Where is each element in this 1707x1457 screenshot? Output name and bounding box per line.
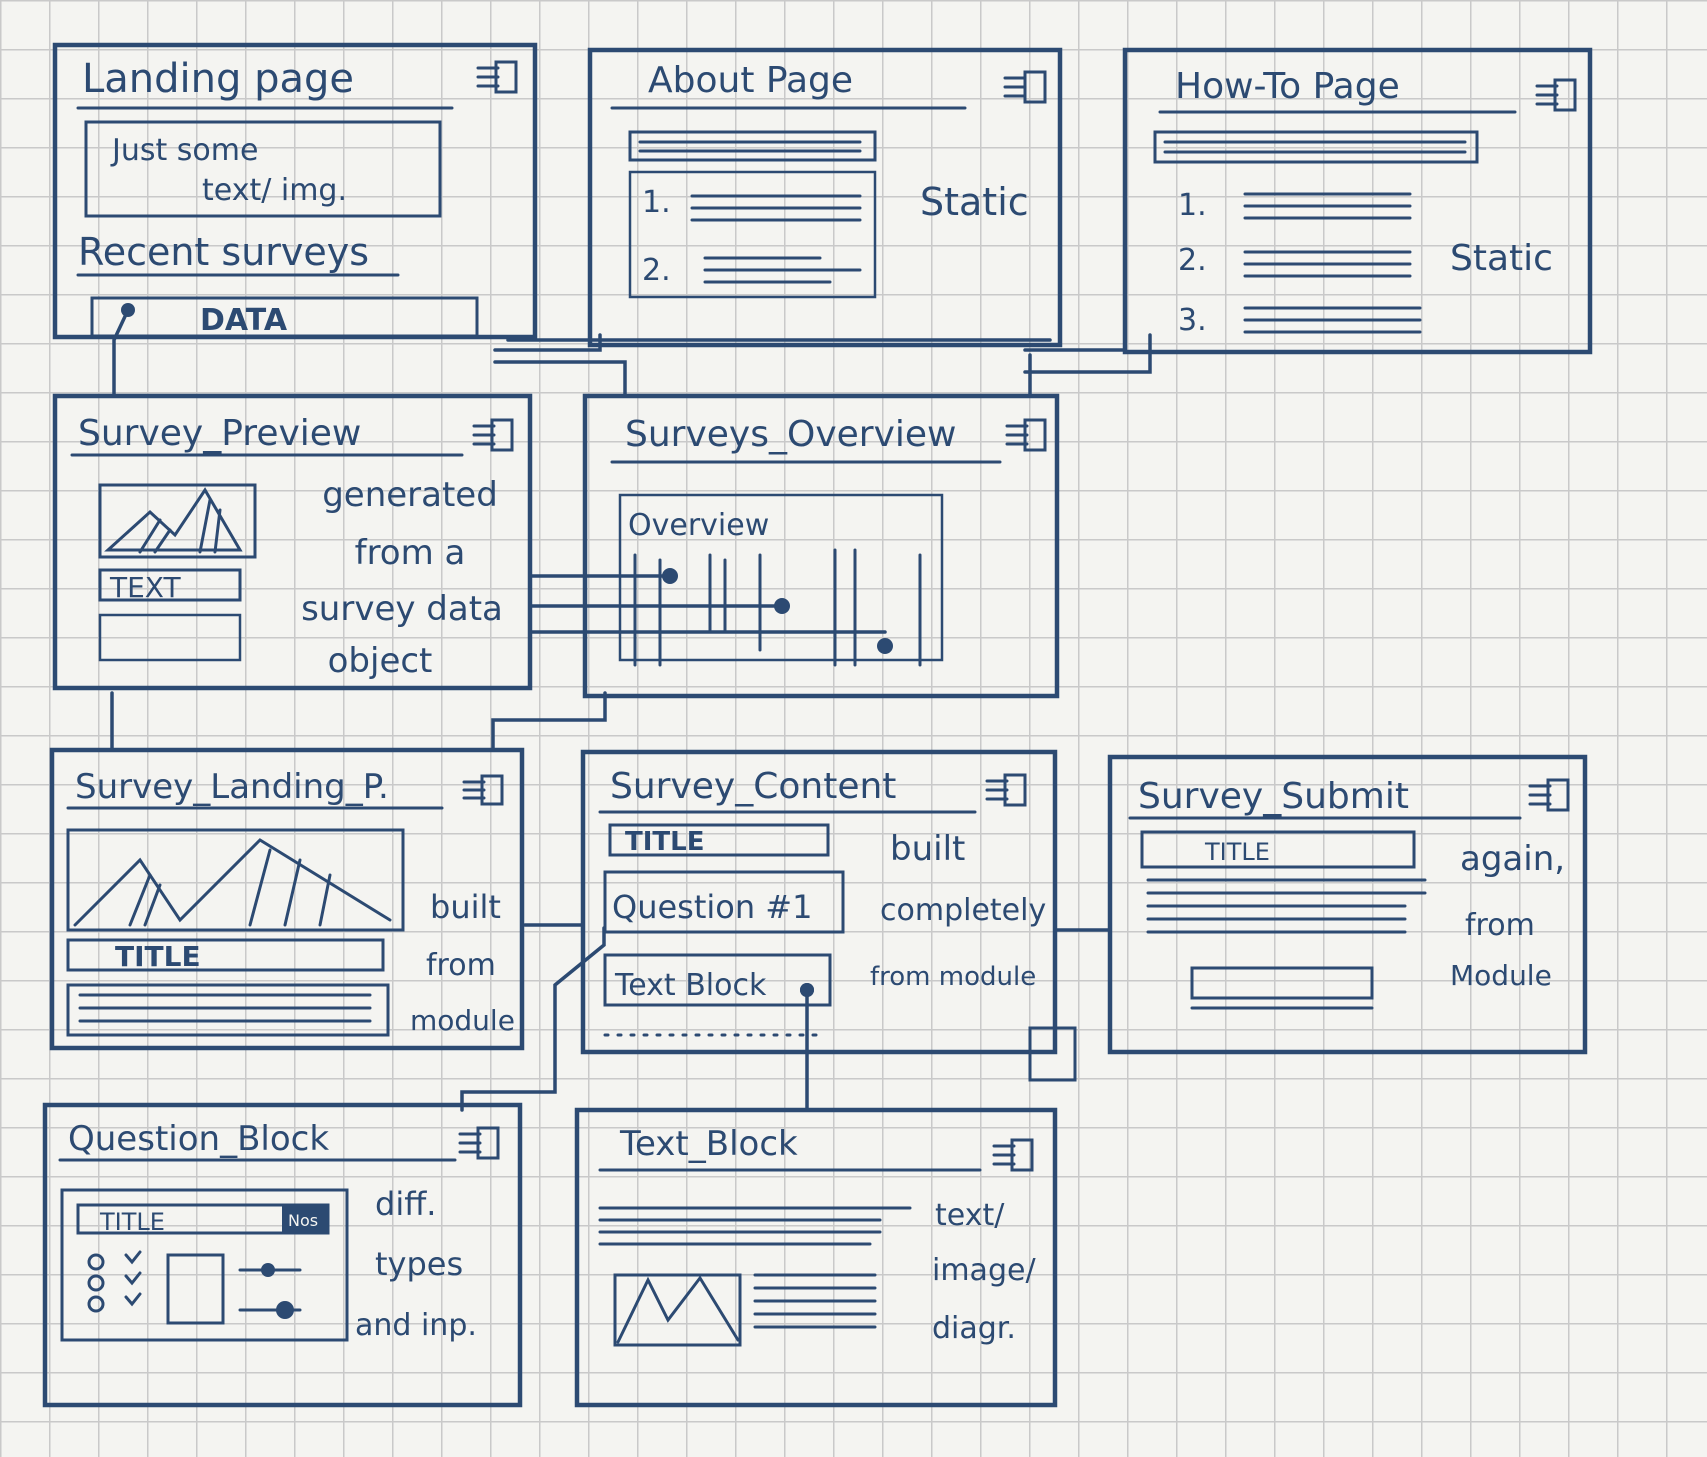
- wireframe-sketch: Landing page Just some text/ img. Recent…: [42, 42, 1593, 1408]
- overview-dots[interactable]: [662, 568, 893, 654]
- hamburger-menu-icon[interactable]: [1535, 78, 1577, 112]
- howto-page-frame: How-To Page 1. 2. 3. Static: [1122, 47, 1593, 355]
- image-placeholder-icon: [98, 483, 257, 559]
- content-note-1: built: [890, 829, 965, 869]
- hamburger-menu-icon[interactable]: [458, 1126, 500, 1160]
- text-block-note-1: text/: [935, 1198, 1005, 1233]
- survey-submit-frame: Survey_Submit TITLE again, from Module: [1107, 754, 1588, 1055]
- hamburger-menu-icon[interactable]: [476, 60, 518, 94]
- content-question-block: Question #1: [612, 888, 812, 926]
- hamburger-menu-icon[interactable]: [462, 774, 504, 806]
- question-block-note-3: and inp.: [355, 1308, 477, 1343]
- text-block-note-2: image/: [932, 1253, 1036, 1288]
- submit-note-1: again,: [1460, 839, 1565, 879]
- survey-submit-title: Survey_Submit: [1138, 776, 1409, 817]
- about-static-note: Static: [920, 180, 1029, 224]
- image-placeholder-icon: [613, 1273, 742, 1347]
- preview-note-line-2: from a: [355, 533, 466, 573]
- preview-note-line-4: object: [328, 641, 433, 681]
- content-note-2: completely: [880, 893, 1046, 928]
- survey-preview-title: Survey_Preview: [78, 413, 361, 454]
- text-input-placeholder[interactable]: [166, 1253, 225, 1325]
- surveys-overview-title: Surveys_Overview: [625, 414, 956, 455]
- survey-landing-frame: Survey_Landing_P. TITLE built from modul…: [49, 747, 525, 1051]
- about-page-title: About Page: [648, 60, 853, 101]
- text-block-frame: Text_Block text/ image/ diagr.: [574, 1107, 1058, 1408]
- survey-content-frame: Survey_Content TITLE Question #1 Text Bl…: [580, 749, 1058, 1055]
- recent-surveys-heading: Recent surveys: [78, 230, 369, 274]
- about-list-item-2: 2.: [642, 253, 671, 288]
- howto-list-item-1: 1.: [1178, 188, 1207, 223]
- landing-page-title: Landing page: [82, 56, 354, 102]
- landing-text-box-line1: Just some: [110, 133, 258, 168]
- landing-text-box-line2: text/ img.: [202, 173, 347, 208]
- survey-landing-title-label: TITLE: [115, 940, 201, 973]
- submit-note-3: Module: [1450, 959, 1552, 992]
- preview-note-line-3: survey data: [301, 589, 503, 629]
- about-page-frame: About Page 1. 2. Static: [587, 47, 1063, 348]
- submit-button-placeholder[interactable]: [1190, 966, 1374, 1000]
- slider-icon[interactable]: [238, 1263, 302, 1319]
- survey-landing-note-2: from: [426, 948, 496, 983]
- text-block-title: Text_Block: [619, 1124, 798, 1164]
- content-title-label: TITLE: [625, 827, 704, 857]
- preview-note-line-1: generated: [322, 475, 498, 515]
- content-text-block: Text Block: [614, 968, 767, 1003]
- howto-static-note: Static: [1450, 238, 1553, 279]
- surveys-overview-frame: Surveys_Overview Overview: [582, 393, 1060, 699]
- overview-label: Overview: [628, 508, 769, 543]
- text-block-note-3: diagr.: [932, 1311, 1016, 1346]
- hamburger-menu-icon[interactable]: [992, 1138, 1034, 1172]
- question-block-title-label: TITLE: [99, 1208, 165, 1236]
- howto-list-item-3: 3.: [1178, 303, 1207, 338]
- landing-page-frame: Landing page Just some text/ img. Recent…: [52, 42, 538, 340]
- image-placeholder-icon: [66, 828, 405, 932]
- submit-title-label: TITLE: [1204, 838, 1270, 866]
- hamburger-menu-icon[interactable]: [1003, 70, 1047, 104]
- question-block-title: Question_Block: [68, 1119, 329, 1159]
- radio-button-icon[interactable]: [87, 1253, 105, 1313]
- survey-landing-note-1: built: [430, 888, 501, 926]
- content-note-3: from module: [870, 962, 1036, 992]
- hamburger-menu-icon[interactable]: [985, 773, 1027, 807]
- survey-landing-title: Survey_Landing_P.: [75, 767, 389, 807]
- question-block-frame: Question_Block TITLE Nos diff. types and…: [42, 1102, 523, 1408]
- howto-list-item-2: 2.: [1178, 243, 1207, 278]
- survey-preview-frame: Survey_Preview TEXT generated from a sur…: [52, 393, 533, 691]
- preview-text-label: TEXT: [109, 571, 181, 604]
- howto-page-title: How-To Page: [1175, 66, 1400, 107]
- hamburger-menu-icon[interactable]: [472, 418, 514, 452]
- checkbox-icon[interactable]: [124, 1250, 142, 1307]
- question-block-badge: Nos: [288, 1211, 318, 1230]
- hamburger-menu-icon[interactable]: [1528, 778, 1570, 812]
- hamburger-menu-icon[interactable]: [1005, 418, 1047, 452]
- submit-note-2: from: [1465, 908, 1535, 943]
- about-list-item-1: 1.: [642, 185, 671, 220]
- question-block-note-1: diff.: [375, 1185, 436, 1223]
- question-block-note-2: types: [375, 1245, 463, 1283]
- survey-landing-note-3: module: [410, 1004, 515, 1037]
- data-label: DATA: [200, 303, 288, 338]
- survey-content-title: Survey_Content: [610, 766, 896, 807]
